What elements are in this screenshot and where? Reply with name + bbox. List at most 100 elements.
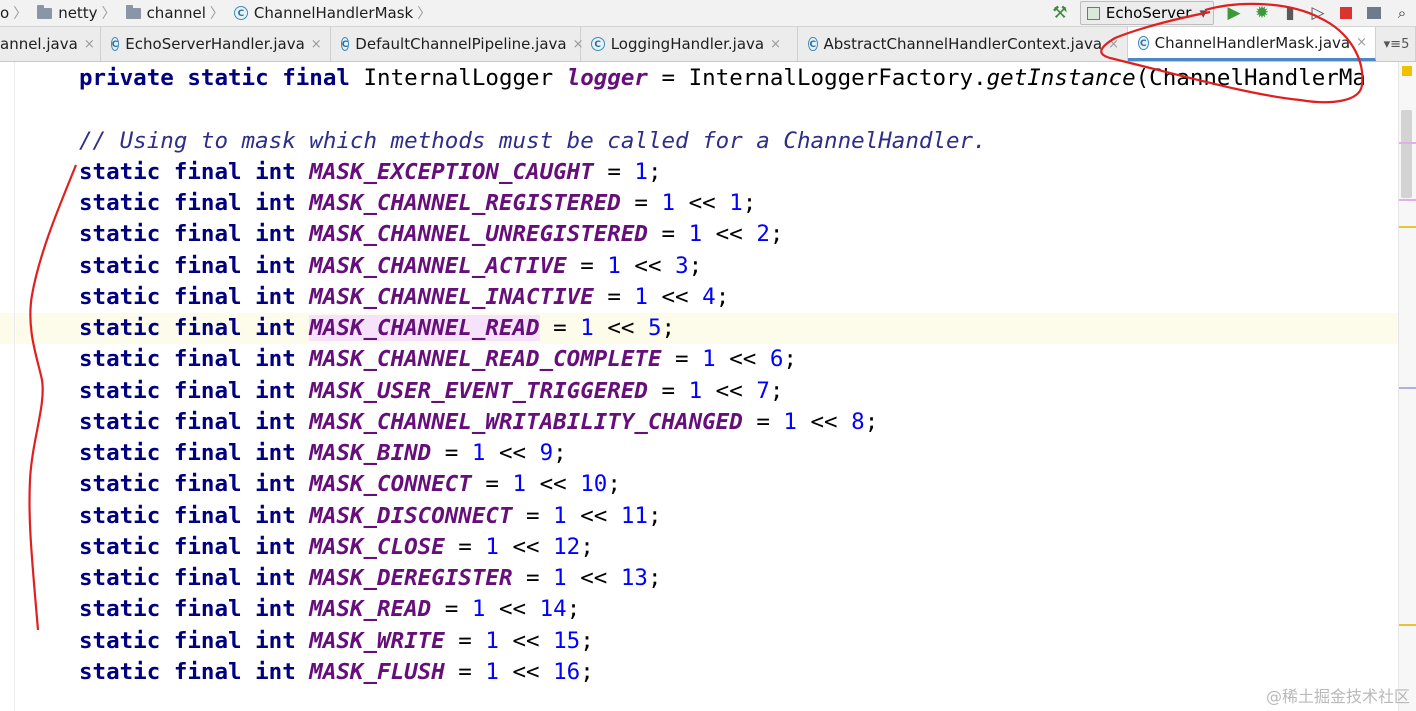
close-icon[interactable]: × (770, 37, 781, 52)
code-line[interactable]: // Using to mask which methods must be c… (79, 126, 987, 157)
code-line[interactable]: static final int MASK_CHANNEL_WRITABILIT… (79, 407, 878, 438)
breadcrumb-label: o (0, 4, 10, 22)
code-number: 14 (539, 596, 567, 623)
code-operator: = (647, 377, 689, 404)
code-line[interactable]: private static final InternalLogger logg… (79, 63, 1366, 94)
breadcrumb-item[interactable]: C ChannelHandlerMask 〉 (233, 0, 441, 26)
code-line[interactable]: static final int MASK_CLOSE = 1 << 12; (79, 532, 594, 563)
code-keyword: static final int (79, 596, 310, 623)
code-constant-name: MASK_DISCONNECT (309, 502, 513, 529)
code-line[interactable]: static final int MASK_READ = 1 << 14; (79, 594, 580, 625)
error-stripe-mark[interactable] (1399, 199, 1416, 201)
breadcrumb-item[interactable]: channel 〉 (125, 0, 234, 26)
editor-tab[interactable]: C AbstractChannelHandlerContext.java × (798, 27, 1128, 61)
code-line[interactable]: static final int MASK_USER_EVENT_TRIGGER… (79, 376, 783, 407)
error-stripe-mark[interactable] (1399, 624, 1416, 626)
play-icon: ▶ (1227, 3, 1241, 23)
code-line[interactable]: static final int MASK_CHANNEL_READ = 1 <… (79, 313, 675, 344)
code-line[interactable]: static final int MASK_DISCONNECT = 1 << … (79, 501, 662, 532)
code-semicolon: ; (647, 565, 662, 591)
breadcrumb-separator: 〉 (417, 6, 432, 22)
code-constant-name: MASK_CHANNEL_WRITABILITY_CHANGED (309, 408, 743, 435)
close-icon[interactable]: × (311, 37, 322, 52)
code-number: 1 (634, 158, 648, 185)
code-keyword: static final int (79, 252, 310, 279)
code-text: (ChannelHandlerMa (1135, 65, 1366, 91)
editor-tab[interactable]: C LoggingHandler.java × (581, 27, 798, 61)
code-line[interactable]: static final int MASK_WRITE = 1 << 15; (79, 626, 594, 657)
code-line[interactable]: static final int MASK_CHANNEL_UNREGISTER… (79, 219, 783, 250)
code-line[interactable]: static final int MASK_CHANNEL_READ_COMPL… (79, 344, 797, 375)
code-constant-name: MASK_CONNECT (309, 471, 472, 498)
code-number: 1 (471, 596, 486, 623)
error-stripe-mark[interactable] (1399, 226, 1416, 228)
code-operator: = (444, 627, 486, 654)
code-line[interactable]: static final int MASK_EXCEPTION_CAUGHT =… (79, 157, 662, 188)
code-operator: = (471, 471, 513, 498)
code-operator: << (675, 190, 730, 216)
tab-overflow-button[interactable]: ▾≡5 (1376, 27, 1416, 61)
breadcrumb-separator: 〉 (101, 6, 116, 22)
code-operator: = (444, 533, 486, 560)
breadcrumb-item[interactable]: netty 〉 (37, 0, 125, 26)
code-line[interactable]: static final int MASK_BIND = 1 << 9; (79, 438, 567, 469)
code-type: InternalLogger (349, 65, 567, 91)
code-semicolon: ; (769, 221, 784, 248)
project-structure-button[interactable] (1360, 0, 1388, 26)
code-method-call: getInstance (986, 65, 1136, 91)
run-more-button[interactable]: ▷ (1304, 0, 1332, 26)
search-everywhere-button[interactable]: ⌕ (1388, 0, 1416, 26)
error-stripe-mark[interactable] (1399, 142, 1416, 144)
stop-button[interactable] (1332, 0, 1360, 26)
code-line[interactable]: static final int MASK_CHANNEL_ACTIVE = 1… (79, 251, 702, 282)
code-operator: << (498, 658, 554, 685)
editor-tab[interactable]: C DefaultChannelPipeline.java × (331, 27, 584, 61)
error-stripe-mark[interactable] (1399, 387, 1416, 389)
build-button[interactable]: ⚒ (1046, 0, 1074, 26)
code-operator: << (485, 596, 540, 623)
breadcrumb-label: channel (146, 4, 206, 22)
code-constant-name: MASK_CHANNEL_UNREGISTERED (309, 221, 648, 248)
folder-icon (125, 4, 141, 19)
code-line[interactable]: static final int MASK_CONNECT = 1 << 10; (79, 469, 621, 500)
tab-label: EchoServerHandler.java (125, 35, 305, 53)
code-keyword: private static final (79, 65, 350, 91)
code-line[interactable]: static final int MASK_DEREGISTER = 1 << … (79, 563, 662, 594)
coverage-button[interactable]: ▮ (1276, 0, 1304, 26)
code-semicolon: ; (783, 346, 797, 373)
bug-icon: ✹ (1254, 3, 1270, 23)
code-editor[interactable]: private static final InternalLogger logg… (0, 62, 1398, 711)
run-configuration-selector[interactable]: EchoServer ▾ (1079, 1, 1214, 25)
class-icon: C (808, 37, 818, 51)
inspection-status-icon[interactable] (1402, 66, 1412, 76)
code-keyword: static final int (79, 221, 310, 248)
code-constant-name: MASK_CHANNEL_READ_COMPLETE (309, 346, 662, 373)
code-line[interactable]: static final int MASK_CHANNEL_REGISTERED… (79, 188, 756, 219)
code-number: 1 (553, 565, 567, 591)
code-keyword: static final int (79, 408, 310, 435)
code-operator: = (566, 252, 608, 279)
code-semicolon: ; (580, 533, 594, 560)
breadcrumb-item[interactable]: o 〉 (0, 0, 37, 26)
code-number: 3 (675, 252, 689, 279)
code-line[interactable]: static final int MASK_CHANNEL_INACTIVE =… (79, 282, 729, 313)
editor-tab[interactable]: annel.java × (0, 27, 101, 61)
code-semicolon: ; (553, 440, 567, 466)
editor-tab[interactable]: C EchoServerHandler.java × (101, 27, 331, 61)
code-number: 1 (580, 315, 594, 341)
debug-button[interactable]: ✹ (1248, 0, 1276, 26)
code-line[interactable]: static final int MASK_FLUSH = 1 << 16; (79, 657, 594, 688)
scrollbar-thumb[interactable] (1401, 110, 1412, 198)
run-button[interactable]: ▶ (1220, 0, 1248, 26)
code-operator: << (796, 408, 852, 435)
close-icon[interactable]: × (1108, 37, 1119, 52)
close-icon[interactable]: × (1356, 35, 1367, 50)
code-number: 16 (553, 658, 581, 685)
error-stripe[interactable] (1398, 62, 1416, 711)
editor-tab[interactable]: C ChannelHandlerMask.java × (1128, 27, 1376, 61)
code-number: 12 (553, 533, 581, 560)
search-icon: ⌕ (1397, 4, 1407, 22)
code-keyword: static final int (79, 346, 310, 373)
close-icon[interactable]: × (84, 37, 95, 52)
code-semicolon: ; (742, 190, 757, 216)
